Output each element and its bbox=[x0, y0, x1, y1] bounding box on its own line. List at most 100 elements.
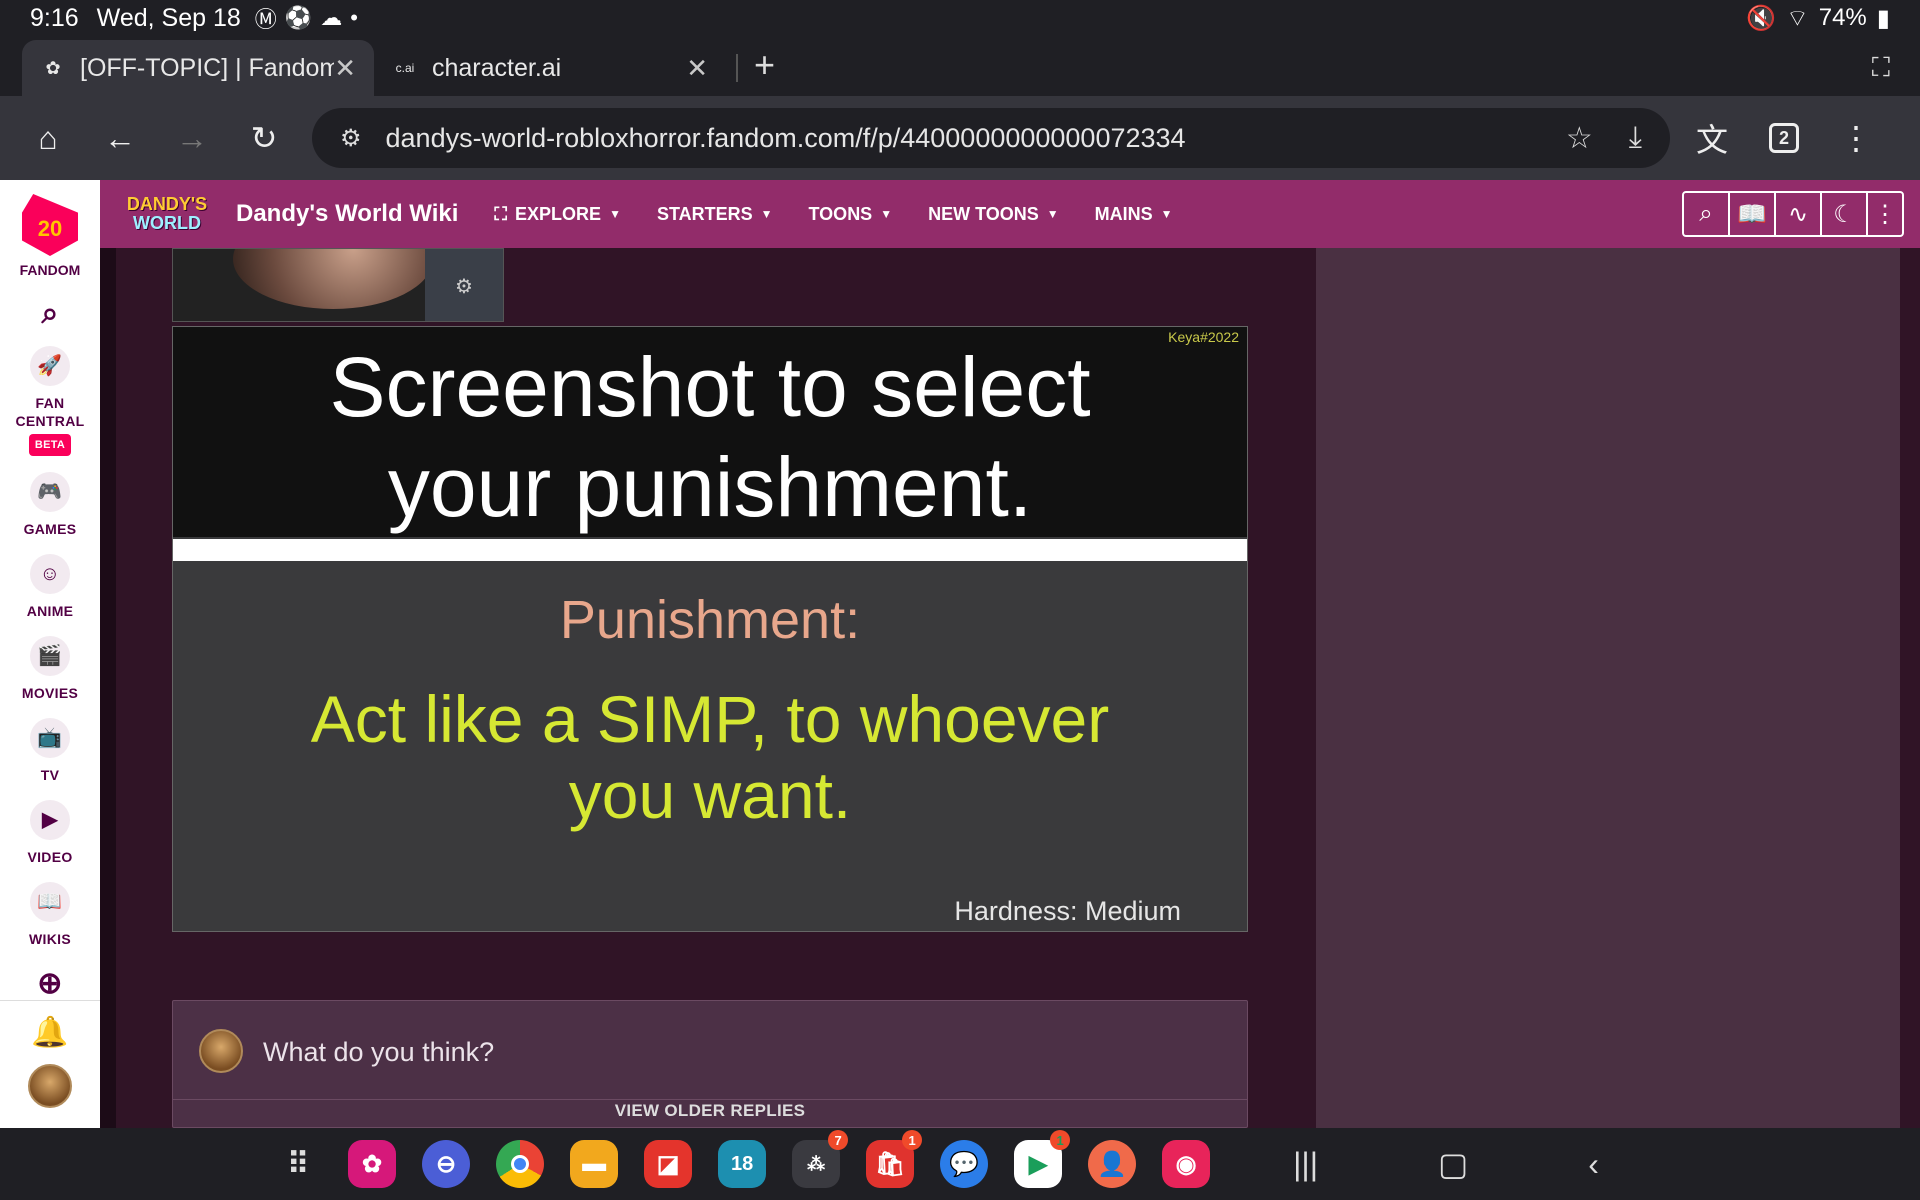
rail-search[interactable]: ⌕ bbox=[30, 294, 70, 342]
search-icon[interactable]: ⌕ bbox=[30, 294, 70, 334]
nav-label: STARTERS bbox=[656, 203, 753, 224]
back-button[interactable]: ← bbox=[92, 110, 148, 166]
taskbar: ⠿ ✿ ⊖ ▬ ◪ 18 ⁂ 7 🛍 1 💬 ▶ 1 👤 ◉ ||| ▢ ‹ bbox=[0, 1128, 1920, 1200]
play-icon: ▶ bbox=[29, 800, 70, 840]
chevron-down-icon: ▼ bbox=[1046, 207, 1059, 221]
wiki-logo[interactable]: DANDY'S WORLD bbox=[120, 190, 214, 238]
back-nav-button[interactable]: ‹ bbox=[1588, 1146, 1599, 1183]
nav-mains[interactable]: MAINS ▼ bbox=[1095, 204, 1173, 225]
nav-label: EXPLORE bbox=[515, 203, 602, 224]
status-bar: 9:16 Wed, Sep 18 Ⓜ ⚽ ☁ • 🔇 ⌔ 74% ▮ bbox=[0, 0, 1920, 36]
close-icon[interactable]: ✕ bbox=[686, 53, 708, 84]
rocket-icon: 🚀 bbox=[30, 346, 70, 386]
book-icon: 📖 bbox=[29, 882, 70, 922]
rail-label: VIDEO bbox=[27, 849, 73, 865]
address-bar[interactable]: ⚙ dandys-world-robloxhorror.fandom.com/f… bbox=[312, 108, 1670, 168]
rail-label: TV bbox=[40, 767, 60, 783]
nav-label: NEW TOONS bbox=[928, 203, 1039, 224]
punishment-label: Punishment: bbox=[559, 590, 861, 650]
recents-button[interactable]: ||| bbox=[1293, 1146, 1318, 1183]
meme-line2: your punishment. bbox=[387, 440, 1033, 534]
menu-button[interactable]: ⋮ bbox=[1828, 110, 1884, 166]
nav-explore[interactable]: ⛶ EXPLORE ▼ bbox=[494, 204, 621, 225]
bell-icon[interactable]: 🔔 bbox=[31, 1015, 68, 1050]
dot-icon: • bbox=[350, 5, 358, 30]
close-icon[interactable]: ✕ bbox=[334, 53, 356, 84]
contacts-icon[interactable]: 👤 bbox=[1088, 1140, 1137, 1188]
store-icon[interactable]: 🛍 1 bbox=[866, 1130, 923, 1188]
post-image[interactable]: Screenshot to select your punishment. Ke… bbox=[172, 326, 1248, 932]
chrome-icon[interactable] bbox=[496, 1140, 545, 1188]
rail-anime[interactable]: ☺ ANIME bbox=[27, 554, 74, 620]
fandom-logo[interactable]: 20 bbox=[22, 194, 78, 256]
rail-label: ANIME bbox=[26, 603, 74, 619]
battery-level: 74% bbox=[1818, 4, 1867, 31]
clock: 9:16 bbox=[30, 3, 79, 32]
more-icon[interactable]: ⋮ bbox=[1868, 193, 1902, 235]
reply-composer[interactable]: What do you think? VIEW OLDER REPLIES bbox=[172, 1000, 1248, 1128]
bookmark-star-icon[interactable]: ☆ bbox=[1566, 121, 1593, 156]
messages-app-icon[interactable]: ⊖ bbox=[422, 1140, 471, 1188]
left-gutter bbox=[100, 248, 116, 1128]
rail-video[interactable]: ▶ VIDEO bbox=[27, 800, 72, 866]
notes-icon[interactable]: ◪ bbox=[644, 1140, 693, 1188]
play-store-icon[interactable]: ▶ 1 bbox=[1014, 1130, 1071, 1188]
new-tab-button[interactable]: + bbox=[754, 44, 775, 86]
face-photo bbox=[233, 249, 433, 309]
rail-fan-central[interactable]: 🚀 FAN CENTRAL BETA bbox=[10, 346, 90, 456]
url-text[interactable]: dandys-world-robloxhorror.fandom.com/f/p… bbox=[386, 123, 1530, 154]
rail-tv[interactable]: 📺 TV bbox=[30, 718, 70, 784]
chat-icon[interactable]: 💬 bbox=[940, 1140, 989, 1188]
nav-starters[interactable]: STARTERS ▼ bbox=[657, 204, 773, 225]
notification-badge: 7 bbox=[828, 1130, 849, 1150]
reload-button[interactable]: ↻ bbox=[236, 110, 292, 166]
blossom-app-icon[interactable]: ✿ bbox=[348, 1140, 397, 1188]
book-icon[interactable]: 📖 bbox=[1730, 193, 1776, 235]
home-nav-button[interactable]: ▢ bbox=[1438, 1145, 1468, 1183]
forward-button[interactable]: → bbox=[164, 110, 220, 166]
fandom-rail-bottom: 🔔 bbox=[0, 1000, 100, 1128]
activity-icon[interactable]: ∿ bbox=[1776, 193, 1822, 235]
tab-characterai[interactable]: c.ai character.ai ✕ bbox=[374, 40, 726, 96]
beta-badge: BETA bbox=[28, 434, 72, 456]
tab-strip: ✿ [OFF-TOPIC] | Fandom ✕ c.ai character.… bbox=[0, 36, 1920, 96]
incognito-icon[interactable]: ⛶ bbox=[1872, 52, 1890, 84]
rail-games[interactable]: 🎮 GAMES bbox=[24, 472, 77, 538]
rail-label: MOVIES bbox=[21, 685, 79, 701]
rail-wikis[interactable]: 📖 WIKIS bbox=[29, 882, 71, 948]
chevron-down-icon: ▼ bbox=[1160, 207, 1173, 221]
apps-folder-icon[interactable]: ⁂ 7 bbox=[792, 1130, 849, 1188]
files-icon[interactable]: ▬ bbox=[570, 1140, 619, 1188]
nav-new-toons[interactable]: NEW TOONS ▼ bbox=[928, 204, 1059, 225]
avatar bbox=[199, 1029, 243, 1073]
tab-title: [OFF-TOPIC] | Fandom bbox=[80, 53, 335, 82]
view-older-replies-button[interactable]: VIEW OLDER REPLIES bbox=[173, 1101, 1247, 1121]
site-settings-icon[interactable]: ⚙ bbox=[340, 124, 362, 153]
gamepad-icon: 🎮 bbox=[30, 472, 70, 512]
tab-fandom[interactable]: ✿ [OFF-TOPIC] | Fandom ✕ bbox=[22, 40, 374, 96]
previous-image-thumbnail[interactable]: ⚙ bbox=[172, 248, 504, 322]
avatar[interactable] bbox=[28, 1064, 72, 1108]
wiki-header: DANDY'S WORLD Dandy's World Wiki ⛶ EXPLO… bbox=[100, 180, 1920, 248]
fandom-global-nav: 20 FANDOM ⌕ 🚀 FAN CENTRAL BETA 🎮 GAMES ☺… bbox=[0, 180, 100, 1128]
app-drawer-icon[interactable]: ⠿ bbox=[274, 1140, 322, 1188]
notification-badge: 1 bbox=[1050, 1130, 1071, 1150]
nav-toons[interactable]: TOONS ▼ bbox=[809, 204, 893, 225]
date: Wed, Sep 18 bbox=[96, 3, 241, 32]
home-button[interactable]: ⌂ bbox=[20, 110, 76, 166]
wiki-tools: ⌕ 📖 ∿ ☾ ⋮ bbox=[1682, 191, 1904, 237]
plus-circle-icon[interactable]: ⊕ bbox=[30, 964, 70, 1004]
rail-movies[interactable]: 🎬 MOVIES bbox=[22, 636, 78, 702]
punishment-text: Act like a SIMP, to whoever you want. bbox=[310, 682, 1110, 832]
hardness-label: Hardness: Medium bbox=[954, 896, 1181, 926]
reply-input[interactable]: What do you think? bbox=[263, 1037, 494, 1068]
translate-button[interactable]: 文 bbox=[1684, 110, 1740, 166]
tab-switcher-button[interactable]: 2 bbox=[1756, 110, 1812, 166]
calendar-icon[interactable]: 18 bbox=[718, 1140, 767, 1188]
search-icon[interactable]: ⌕ bbox=[1684, 193, 1730, 235]
wiki-name[interactable]: Dandy's World Wiki bbox=[236, 200, 458, 228]
moon-icon[interactable]: ☾ bbox=[1822, 193, 1868, 235]
download-icon[interactable]: ⤓ bbox=[1629, 121, 1642, 155]
camera-icon[interactable]: ◉ bbox=[1162, 1140, 1211, 1188]
wifi-icon: ⌔ bbox=[1786, 5, 1809, 32]
